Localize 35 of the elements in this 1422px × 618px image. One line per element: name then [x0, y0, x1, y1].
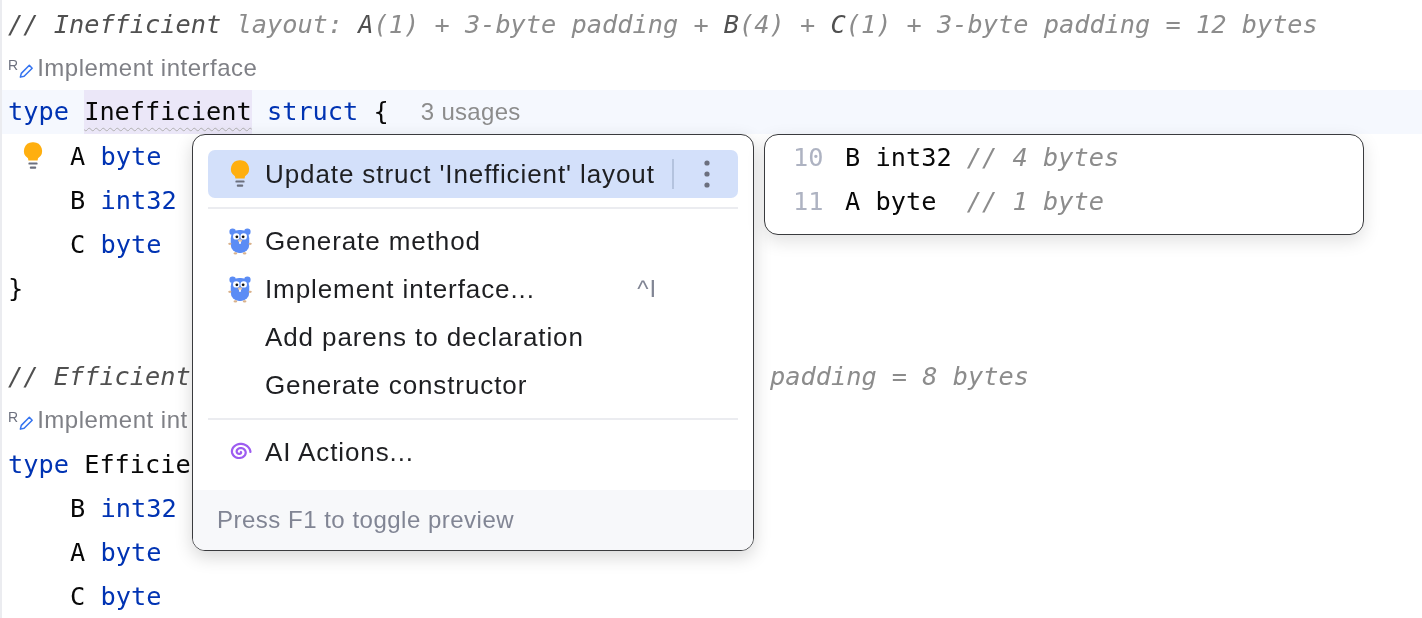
code-line: A byte: [70, 537, 162, 567]
menu-item[interactable]: Add parens to declaration: [208, 313, 738, 361]
code-line: C byte: [70, 229, 162, 259]
pencil-icon: [18, 62, 36, 80]
code-line: A byte // 1 byte: [845, 186, 1104, 216]
code-line: type Efficie: [8, 449, 191, 479]
code-line: // Efficient: [8, 361, 191, 391]
menu-item[interactable]: AI Actions...: [208, 428, 738, 476]
code-line: // Inefficient layout: A(1) + 3-byte padding + B(4) + C(1) + 3-byte padding = 12 bytes: [8, 9, 1318, 39]
lightbulb-icon: [229, 159, 251, 189]
gopher-icon: [228, 274, 252, 304]
pencil-icon: [18, 414, 36, 432]
code-line: C byte: [70, 581, 162, 611]
code-line: type Inefficient struct {: [8, 90, 389, 134]
shortcut-label: ^I: [637, 275, 657, 303]
code-line: B int32 // 4 bytes: [845, 142, 1120, 172]
menu-item[interactable]: Generate constructor: [208, 361, 738, 409]
code-line: B int32: [70, 493, 177, 523]
hint-letter: R: [8, 409, 19, 425]
code-line: B int32: [70, 185, 177, 215]
inlay-hint[interactable]: Implement int: [37, 406, 188, 434]
lightbulb-icon[interactable]: [22, 141, 44, 171]
menu-item[interactable]: Implement interface... ^I: [208, 265, 738, 313]
inlay-hint[interactable]: Implement interface: [37, 54, 258, 82]
code-line: A byte: [70, 141, 162, 171]
code-line: }: [8, 273, 24, 303]
more-options-icon[interactable]: [704, 160, 710, 188]
menu-item[interactable]: Update struct 'Inefficient' layout: [208, 150, 738, 198]
menu-item[interactable]: Generate method: [208, 217, 738, 265]
gopher-icon: [228, 226, 252, 256]
line-number: 10: [793, 142, 823, 172]
hint-letter: R: [8, 57, 19, 73]
footer-hint: Press F1 to toggle preview: [217, 506, 515, 534]
code-line: padding = 8 bytes: [770, 361, 1029, 391]
line-number: 11: [793, 186, 823, 216]
